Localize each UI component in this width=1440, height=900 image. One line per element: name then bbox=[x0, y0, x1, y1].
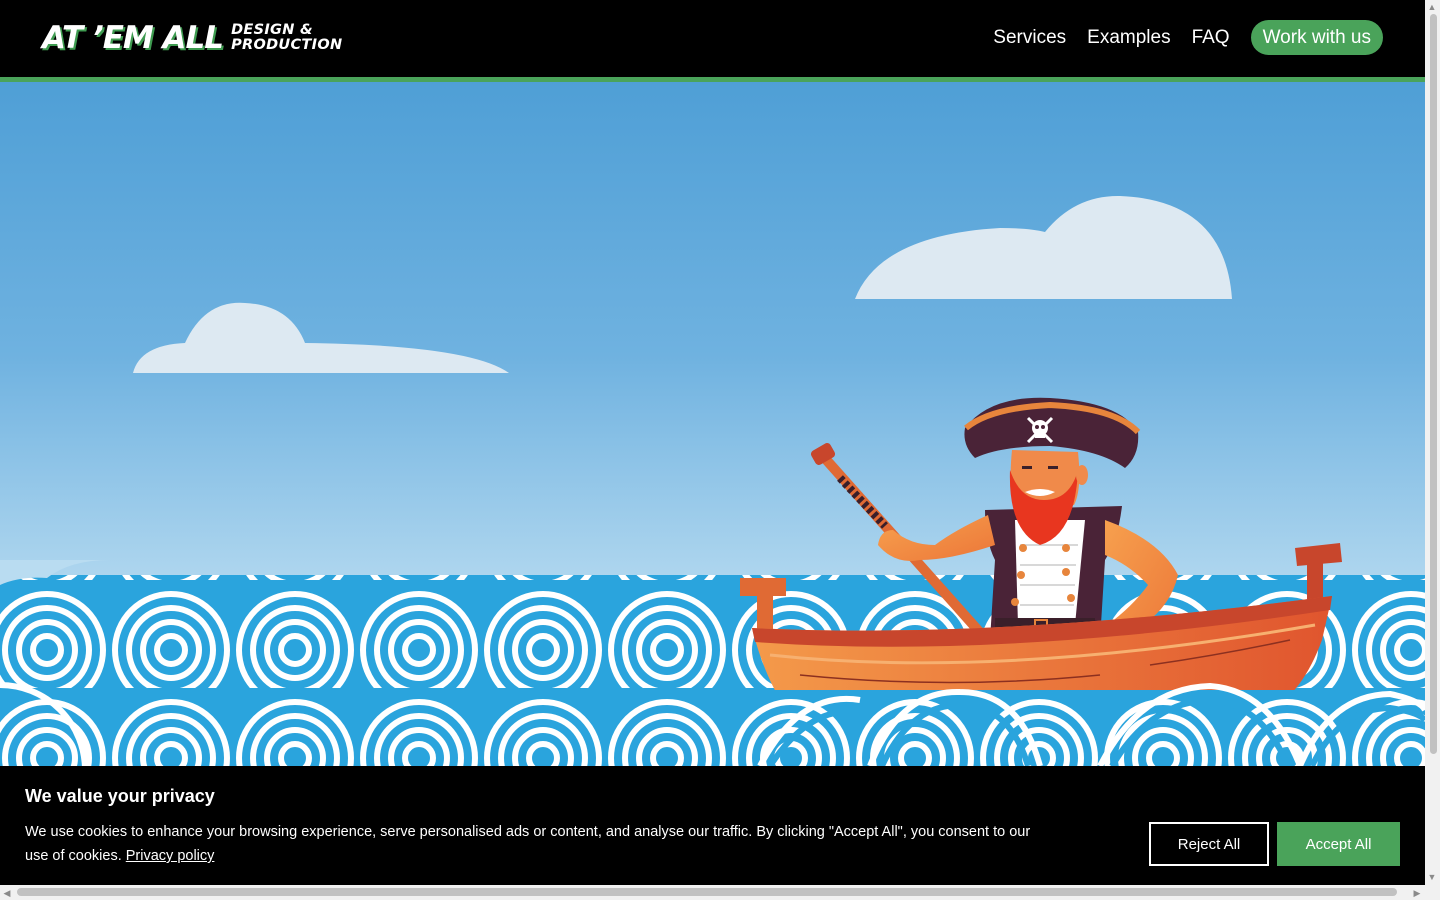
scroll-right-icon[interactable]: ▶ bbox=[1412, 888, 1422, 898]
main-nav: Services Examples FAQ Work with us bbox=[972, 20, 1383, 55]
site-logo[interactable]: AT ’EM ALL DESIGN & PRODUCTION bbox=[42, 18, 342, 58]
cookie-title: We value your privacy bbox=[25, 786, 215, 806]
logo-wordmark: AT ’EM ALL bbox=[42, 20, 224, 56]
accept-all-button[interactable]: Accept All bbox=[1277, 822, 1400, 866]
cloud-right bbox=[855, 195, 1232, 299]
cloud-left bbox=[133, 302, 509, 373]
logo-tagline-line1: DESIGN & bbox=[231, 22, 313, 38]
work-with-us-button[interactable]: Work with us bbox=[1250, 20, 1383, 55]
hero-illustration bbox=[0, 82, 1425, 766]
logo-tagline-line2: PRODUCTION bbox=[231, 37, 343, 53]
privacy-policy-link[interactable]: Privacy policy bbox=[126, 848, 215, 864]
reject-all-button[interactable]: Reject All bbox=[1149, 822, 1269, 866]
cookie-message: We use cookies to enhance your browsing … bbox=[25, 820, 1055, 868]
hero-scene bbox=[0, 195, 1425, 766]
horizontal-scrollbar-thumb[interactable] bbox=[17, 888, 1397, 896]
scroll-left-icon[interactable]: ◀ bbox=[2, 888, 12, 898]
header-accent-line bbox=[0, 77, 1425, 82]
page-viewport: AT ’EM ALL DESIGN & PRODUCTION Services … bbox=[0, 0, 1425, 885]
vertical-scrollbar-thumb[interactable] bbox=[1430, 14, 1437, 754]
scroll-up-icon[interactable]: ▲ bbox=[1427, 2, 1437, 12]
cookie-consent-banner: We value your privacy We use cookies to … bbox=[0, 766, 1425, 885]
site-header: AT ’EM ALL DESIGN & PRODUCTION Services … bbox=[0, 0, 1425, 77]
nav-faq[interactable]: FAQ bbox=[1192, 21, 1230, 55]
nav-services[interactable]: Services bbox=[993, 21, 1066, 55]
logo-tagline: DESIGN & PRODUCTION bbox=[231, 23, 342, 53]
scroll-down-icon[interactable]: ▼ bbox=[1427, 872, 1437, 882]
nav-examples[interactable]: Examples bbox=[1087, 21, 1170, 55]
scrollbar-corner bbox=[1425, 885, 1440, 900]
